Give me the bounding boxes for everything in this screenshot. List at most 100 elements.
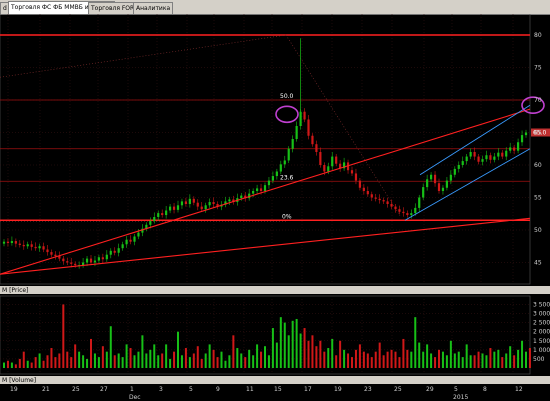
volume-bar xyxy=(6,360,9,368)
volume-bar xyxy=(244,357,247,368)
candle-body xyxy=(497,152,500,157)
volume-bar xyxy=(177,331,179,368)
volume-bar xyxy=(513,355,516,368)
volume-bar xyxy=(54,357,57,368)
volume-bar xyxy=(14,364,17,368)
candle-body xyxy=(315,144,318,152)
volume-bar xyxy=(137,351,140,368)
volume-bar xyxy=(180,355,183,368)
candle-body xyxy=(26,244,29,247)
candle-body xyxy=(113,250,116,253)
x-tick-label: 15 xyxy=(274,386,282,393)
volume-bar xyxy=(362,351,365,368)
volume-bar xyxy=(236,348,239,368)
candle-body xyxy=(516,142,520,151)
candle-body xyxy=(129,239,132,242)
volume-bar xyxy=(453,353,456,368)
volume-bar xyxy=(18,358,21,368)
y-tick-label: 80 xyxy=(534,32,542,39)
volume-bar xyxy=(295,318,298,368)
candle-body xyxy=(54,254,57,256)
volume-bar xyxy=(26,360,29,368)
volume-bar xyxy=(327,348,330,368)
candle-body xyxy=(295,126,298,139)
y-tick-label: 45 xyxy=(534,260,542,267)
volume-tick-label: 1 500 xyxy=(533,338,550,345)
volume-bar xyxy=(208,344,211,368)
volume-bar xyxy=(50,348,53,368)
volume-bar xyxy=(347,353,350,368)
volume-bar xyxy=(240,353,243,368)
candle-body xyxy=(505,150,508,157)
candle-body xyxy=(362,187,365,191)
price-panel-label: M [Price] xyxy=(2,287,28,294)
candle-body xyxy=(410,213,413,216)
price-chart[interactable]: M [Price] M [Volume] 50.0 23.6 0% 65.0 80 75… xyxy=(0,14,550,401)
volume-bar xyxy=(469,355,472,368)
volume-bar xyxy=(398,357,401,368)
candle-body xyxy=(473,152,476,157)
x-month-label: 2015 xyxy=(453,394,468,401)
tab-analytics[interactable]: Аналитика xyxy=(133,2,174,14)
tab-bar: d Торговля ФС ФБ ММВБ и ВР РТС Торговля … xyxy=(0,0,550,15)
volume-tick-label: 2 000 xyxy=(533,329,550,336)
x-tick-label: 5 xyxy=(454,386,458,393)
volume-bar xyxy=(343,349,346,368)
volume-panel-caption-bar xyxy=(0,376,550,384)
volume-bar xyxy=(386,351,389,368)
candle-body xyxy=(524,132,528,136)
volume-bar xyxy=(125,344,128,368)
candle-body xyxy=(18,243,21,245)
x-tick-label: 25 xyxy=(394,386,402,393)
candle-body xyxy=(125,239,128,245)
volume-bar xyxy=(279,317,282,368)
candle-body xyxy=(188,198,191,204)
volume-bar xyxy=(331,338,334,368)
volume-bar xyxy=(315,346,318,368)
volume-bar xyxy=(394,351,397,368)
candle-body xyxy=(153,217,156,221)
candle-body xyxy=(259,188,263,191)
trading-terminal-window: d Торговля ФС ФБ ММВБ и ВР РТС Торговля … xyxy=(0,0,550,401)
y-tick-label: 75 xyxy=(534,65,542,72)
candle-body xyxy=(461,161,464,165)
candle-body xyxy=(449,174,452,181)
candle-body xyxy=(323,165,326,172)
volume-bar xyxy=(165,344,168,368)
volume-bar xyxy=(145,353,148,368)
candle-body xyxy=(208,202,211,206)
volume-panel-label: M [Volume] xyxy=(2,377,36,384)
candle-body xyxy=(374,197,377,199)
candle-body xyxy=(46,249,49,253)
volume-bar xyxy=(505,353,508,368)
candle-body xyxy=(307,119,310,136)
volume-bar xyxy=(489,348,492,368)
volume-bar xyxy=(82,355,85,368)
volume-tick-label: 3 000 xyxy=(533,311,550,318)
candle-body xyxy=(382,200,385,202)
volume-bar xyxy=(374,351,377,368)
volume-bar xyxy=(406,349,409,368)
candle-body xyxy=(414,207,417,214)
trend-lines: 65.0 xyxy=(0,96,550,275)
volume-bar xyxy=(402,338,405,368)
volume-bar xyxy=(366,353,369,368)
candle-body xyxy=(303,111,306,120)
candle-body xyxy=(370,194,373,198)
candle-body xyxy=(10,241,14,243)
volume-bar xyxy=(22,351,25,368)
volume-bar xyxy=(42,360,45,368)
candle-body xyxy=(204,205,207,210)
candle-body xyxy=(180,201,184,206)
candle-body xyxy=(489,155,492,160)
volume-bar xyxy=(461,357,464,368)
volume-bar xyxy=(426,344,429,368)
volume-bar xyxy=(204,353,207,368)
candle-body xyxy=(240,195,243,199)
candle-body xyxy=(105,254,108,260)
candle-body xyxy=(38,246,41,249)
x-tick-label: 8 xyxy=(483,386,487,393)
grid: M [Price] M [Volume] xyxy=(0,14,550,401)
volume-bar xyxy=(354,349,357,368)
volume-bar xyxy=(303,328,306,368)
